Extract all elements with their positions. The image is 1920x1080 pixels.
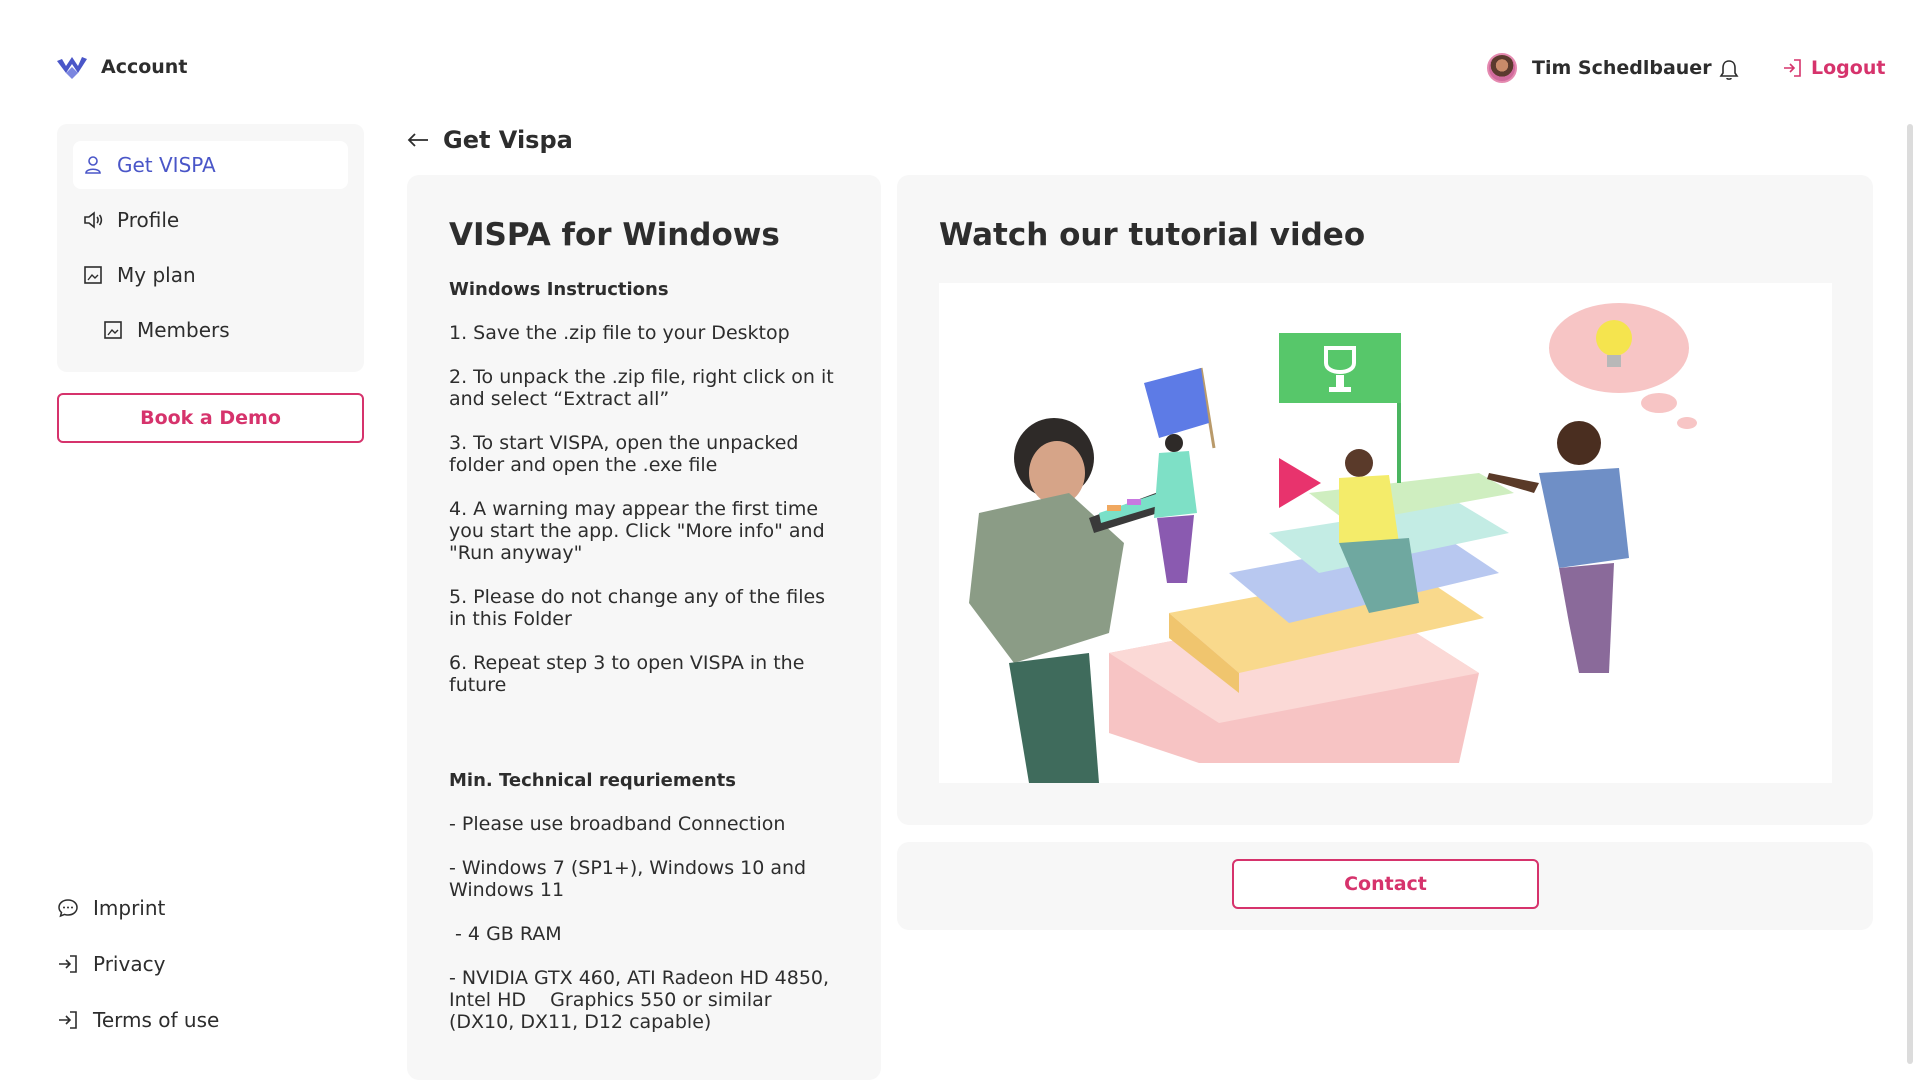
instructions-card: VISPA for Windows Windows Instructions 1… xyxy=(407,175,881,1080)
speaker-icon xyxy=(84,211,103,229)
login-icon xyxy=(59,1011,77,1029)
video-card: Watch our tutorial video xyxy=(897,175,1873,825)
user-menu[interactable]: Tim Schedlbauer xyxy=(1487,53,1712,83)
instructions-title: VISPA for Windows xyxy=(449,217,780,253)
contact-button[interactable]: Contact xyxy=(1232,859,1539,909)
sidebar-item-label: Members xyxy=(137,318,230,342)
book-demo-button[interactable]: Book a Demo xyxy=(57,393,364,443)
requirement-item: - Windows 7 (SP1+), Windows 10 and Windo… xyxy=(449,857,807,901)
requirement-item: - Please use broadband Connection xyxy=(449,813,786,835)
sidebar-item-label: Get VISPA xyxy=(117,153,216,177)
brand[interactable]: Account xyxy=(57,55,187,79)
sidebar-item-members[interactable]: Members xyxy=(73,306,348,354)
instructions-subtitle: Windows Instructions xyxy=(449,279,669,300)
scrollbar[interactable] xyxy=(1907,124,1913,1064)
instruction-step: 5. Please do not change any of the files… xyxy=(449,586,826,630)
instruction-step: 4. A warning may appear the first time y… xyxy=(449,498,825,564)
sidebar-nav: Get VISPA Profile My plan Members xyxy=(57,124,364,372)
footer-link-label: Imprint xyxy=(93,896,166,920)
sidebar-item-my-plan[interactable]: My plan xyxy=(73,251,348,299)
image-icon xyxy=(104,321,122,339)
footer-link-privacy[interactable]: Privacy xyxy=(57,936,219,992)
logout-button[interactable]: Logout xyxy=(1782,57,1885,79)
requirement-item: - NVIDIA GTX 460, ATI Radeon HD 4850, In… xyxy=(449,967,836,1033)
avatar[interactable] xyxy=(1487,53,1517,83)
requirement-item: - 4 GB RAM xyxy=(449,923,562,945)
contact-card: Contact xyxy=(897,842,1873,930)
footer-link-label: Privacy xyxy=(93,952,166,976)
user-icon xyxy=(85,156,101,174)
sidebar-item-profile[interactable]: Profile xyxy=(73,196,348,244)
back-arrow-icon[interactable] xyxy=(407,131,429,149)
logout-label: Logout xyxy=(1811,57,1886,79)
top-header: Account Tim Schedlbauer Logout xyxy=(0,0,1920,140)
image-icon xyxy=(84,266,102,284)
sidebar-item-label: Profile xyxy=(117,208,180,232)
footer-links: Imprint Privacy Terms of use xyxy=(57,880,219,1048)
instruction-step: 3. To start VISPA, open the unpacked fol… xyxy=(449,432,799,476)
bell-icon[interactable] xyxy=(1718,58,1740,82)
login-icon xyxy=(59,955,77,973)
page-heading: Get Vispa xyxy=(407,126,573,154)
instruction-step: 1. Save the .zip file to your Desktop xyxy=(449,322,790,344)
footer-link-label: Terms of use xyxy=(93,1008,220,1032)
requirements-title: Min. Technical requriements xyxy=(449,770,736,791)
logout-icon xyxy=(1784,59,1801,77)
sidebar-item-get-vispa[interactable]: Get VISPA xyxy=(73,141,348,189)
video-thumbnail-illustration xyxy=(969,303,1697,783)
user-name: Tim Schedlbauer xyxy=(1532,57,1712,79)
vispa-logo-icon xyxy=(57,57,87,79)
video-title: Watch our tutorial video xyxy=(939,217,1366,253)
instruction-step: 6. Repeat step 3 to open VISPA in the fu… xyxy=(449,652,805,696)
brand-title: Account xyxy=(101,56,188,78)
sidebar-item-label: My plan xyxy=(117,263,196,287)
footer-link-imprint[interactable]: Imprint xyxy=(57,880,219,936)
chat-icon xyxy=(58,899,78,918)
instruction-step: 2. To unpack the .zip file, right click … xyxy=(449,366,834,410)
video-player[interactable] xyxy=(939,283,1832,783)
footer-link-terms[interactable]: Terms of use xyxy=(57,992,219,1048)
page-title: Get Vispa xyxy=(443,126,573,154)
